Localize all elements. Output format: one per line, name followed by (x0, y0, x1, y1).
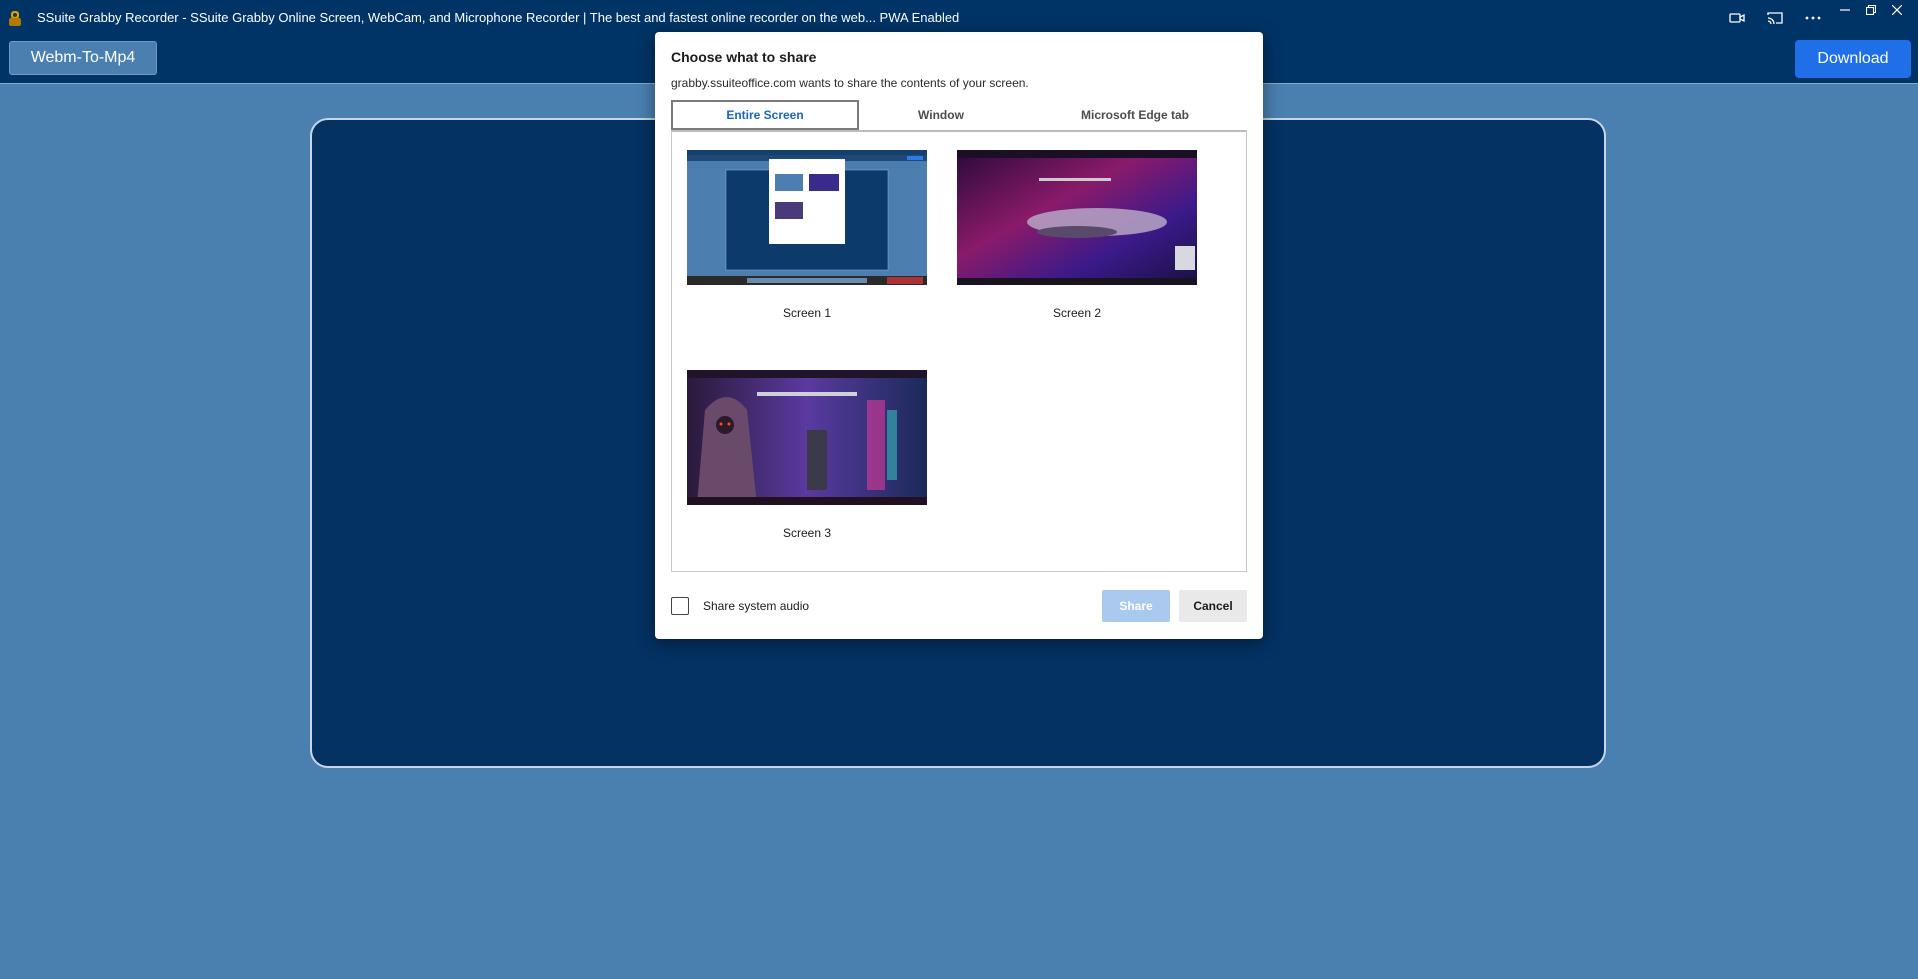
share-button[interactable]: Share (1102, 590, 1170, 622)
webm-to-mp4-button[interactable]: Webm-To-Mp4 (9, 41, 157, 75)
dialog-subtitle: grabby.ssuiteoffice.com wants to share t… (671, 76, 1029, 90)
title-bar: SSuite Grabby Recorder - SSuite Grabby O… (0, 0, 1918, 35)
tab-entire-screen[interactable]: Entire Screen (671, 100, 859, 130)
restore-icon (1866, 5, 1876, 15)
dialog-title: Choose what to share (671, 49, 817, 65)
cast-icon (1767, 11, 1783, 24)
cancel-button[interactable]: Cancel (1179, 590, 1247, 622)
tab-window[interactable]: Window (859, 100, 1023, 129)
screen-1-thumbnail[interactable] (687, 150, 927, 285)
minimize-button[interactable] (1832, 0, 1858, 20)
tab-edge-tab[interactable]: Microsoft Edge tab (1023, 100, 1247, 129)
screen-3-preview (687, 370, 927, 505)
cast-button[interactable] (1756, 0, 1794, 35)
screen-list: Screen 1 Screen 2 Screen 3 (671, 130, 1247, 572)
app-logo-icon (9, 10, 21, 26)
restore-button[interactable] (1858, 0, 1884, 20)
camera-icon (1729, 12, 1745, 23)
more-options-icon (1805, 16, 1821, 19)
title-bar-controls (1718, 0, 1910, 35)
screen-1-label: Screen 1 (782, 306, 832, 320)
share-tabs: Entire Screen Window Microsoft Edge tab (671, 100, 1247, 132)
camera-button[interactable] (1718, 0, 1756, 35)
screen-2-thumbnail[interactable] (957, 150, 1197, 285)
screen-2-label: Screen 2 (1052, 306, 1102, 320)
share-screen-dialog: Choose what to share grabby.ssuiteoffice… (655, 32, 1263, 639)
download-button[interactable]: Download (1795, 40, 1911, 78)
window-title: SSuite Grabby Recorder - SSuite Grabby O… (37, 10, 960, 25)
screen-1-preview (687, 150, 927, 285)
screen-3-thumbnail[interactable] (687, 370, 927, 505)
minimize-icon (1840, 9, 1850, 11)
close-icon (1892, 5, 1902, 15)
close-button[interactable] (1884, 0, 1910, 20)
share-system-audio-label: Share system audio (703, 599, 810, 613)
more-options-button[interactable] (1794, 0, 1832, 35)
screen-2-preview (957, 150, 1197, 285)
screen-3-label: Screen 3 (782, 526, 832, 540)
share-system-audio-checkbox[interactable] (671, 597, 689, 615)
